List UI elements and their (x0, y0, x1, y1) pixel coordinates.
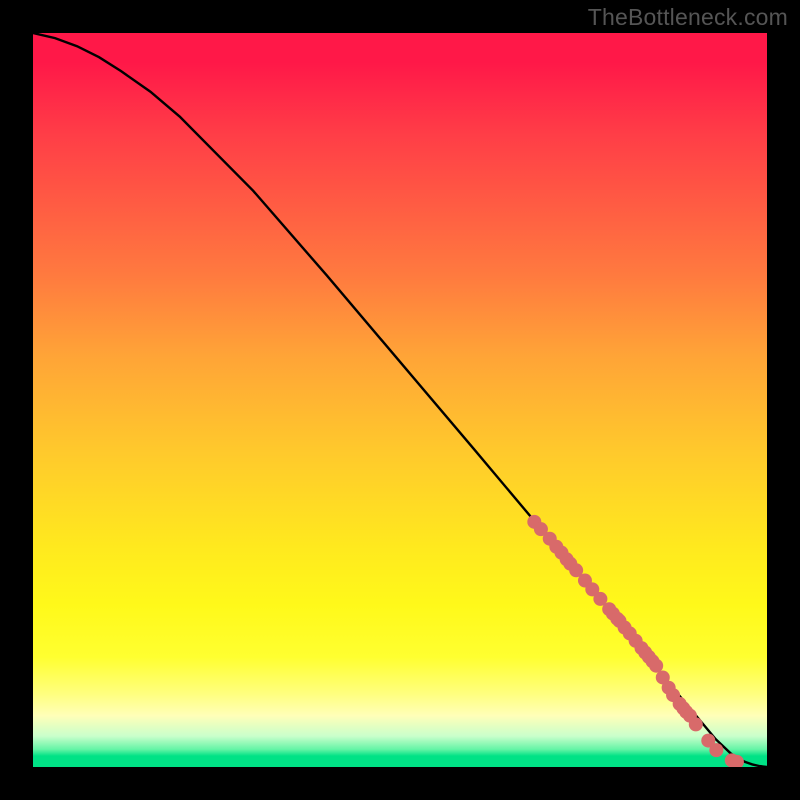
plot-inner (33, 33, 767, 767)
data-marker (709, 743, 723, 757)
plot-area (33, 33, 767, 767)
chart-svg (33, 33, 767, 767)
data-marker (689, 717, 703, 731)
chart-frame: TheBottleneck.com (0, 0, 800, 800)
data-marker (649, 659, 663, 673)
watermark-text: TheBottleneck.com (588, 4, 788, 31)
data-markers-group (527, 515, 744, 767)
